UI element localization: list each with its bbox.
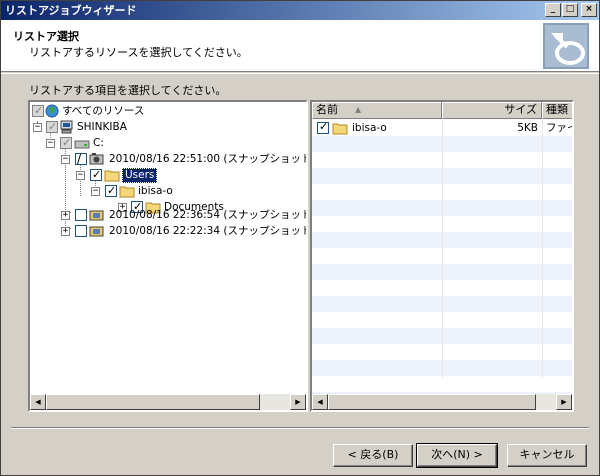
column-header-size[interactable]: サイズ [442,102,542,119]
folder-icon [119,186,135,198]
back-button[interactable]: < 戻る(B) [333,444,413,467]
tree-checkbox[interactable] [75,209,87,221]
column-label: サイズ [504,103,537,116]
tree-checkbox[interactable]: ✓ [32,104,44,117]
resource-tree[interactable]: ✓ すべてのリソース − ✓ SHINKIBA − ✓ C: − / 2010/… [28,100,308,412]
page-subtitle: リストアするリソースを選択してください。 [29,46,248,59]
globe-icon [45,104,59,118]
tree-item-label: 2010/08/16 22:22:34 (スナップショット 完全) [109,225,306,237]
tree-item-snapshot-223654-row[interactable]: + 2010/08/16 22:36:54 (スナップショット 完全) [30,207,306,223]
item-checkbox[interactable]: ✓ [317,120,329,134]
folder-icon [332,123,348,135]
tree-item-shinkiba[interactable]: − ✓ SHINKIBA [30,119,306,135]
header-divider [1,73,599,74]
file-list[interactable]: 名前 ▲ サイズ 種類 ✓ ibisa-o 5KB ファイ [310,100,574,412]
item-size: 5KB [517,122,538,134]
tree-horizontal-scrollbar[interactable]: ◀ ▶ [30,394,306,410]
page-title: リストア選択 [13,30,79,43]
collapse-icon[interactable]: − [61,155,70,164]
folder-icon [104,170,120,182]
column-label: 名前 [316,103,338,116]
expand-icon[interactable]: + [61,211,70,220]
tree-checkbox[interactable]: ✓ [105,184,117,197]
tree-checkbox[interactable]: ✓ [46,120,58,133]
item-name: ibisa-o [352,122,387,134]
tree-item-snapshot-225100[interactable]: − / 2010/08/16 22:51:00 (スナップショット 完全) [30,151,306,167]
instruction-text: リストアする項目を選択してください。 [29,84,227,97]
tree-item-label: Users [122,168,158,183]
wizard-window: リストアジョブウィザード _ □ × リストア選択 リストアするリソースを選択し… [0,0,600,476]
collapse-icon[interactable]: − [91,187,100,196]
tree-item-snapshot-222234[interactable]: + 2010/08/16 22:22:34 (スナップショット 完全) [30,223,306,239]
scroll-right-button[interactable]: ▶ [556,394,572,410]
tree-item-label: 2010/08/16 22:51:00 (スナップショット 完全) [109,153,306,165]
column-header-name[interactable]: 名前 ▲ [312,102,442,119]
item-type: ファイ [546,122,572,134]
collapse-icon[interactable]: − [33,123,42,132]
drive-icon [74,140,90,149]
expand-icon[interactable]: + [61,227,70,236]
wizard-header: リストア選択 リストアするリソースを選択してください。 [1,20,599,72]
scroll-thumb[interactable] [328,394,536,410]
snapshot-icon [89,226,104,237]
collapse-icon[interactable]: − [76,171,85,180]
list-horizontal-scrollbar[interactable]: ◀ ▶ [312,394,572,410]
tree-item-c-drive[interactable]: − ✓ C: [30,135,306,151]
list-item[interactable]: ✓ ibisa-o 5KB ファイ [312,120,572,136]
collapse-icon[interactable]: − [46,139,55,148]
cancel-button[interactable]: キャンセル [507,444,587,467]
window-title: リストアジョブウィザード [5,4,137,17]
scroll-left-button[interactable]: ◀ [30,394,46,410]
next-button[interactable]: 次へ(N) > [416,443,498,468]
column-header-type[interactable]: 種類 [542,102,572,119]
tree-item-label: 2010/08/16 22:36:54 (スナップショット 完全) [109,209,306,221]
tree-item-label: SHINKIBA [77,121,127,133]
computer-icon [60,120,73,134]
tree-checkbox[interactable]: ✓ [90,168,102,181]
tree-item-label: ibisa-o [138,185,173,197]
tree-item-ibisa-o[interactable]: − ✓ ibisa-o [30,183,306,199]
close-button[interactable]: × [581,3,597,17]
snapshot-icon [89,210,104,221]
tree-checkbox[interactable]: / [75,152,87,166]
column-label: 種類 [546,103,568,116]
tree-item-all-resources[interactable]: ✓ すべてのリソース [30,103,306,119]
list-row-background [312,376,572,392]
tree-checkbox[interactable]: ✓ [60,136,72,149]
column-divider [442,119,443,378]
restore-wizard-icon [543,23,589,69]
tree-checkbox[interactable] [75,225,87,237]
tree-item-users[interactable]: − ✓ Users [30,167,306,183]
maximize-button[interactable]: □ [562,3,578,17]
scroll-left-button[interactable]: ◀ [312,394,328,410]
column-divider [542,119,543,378]
minimize-button[interactable]: _ [545,3,561,17]
sort-ascending-icon: ▲ [355,105,362,114]
scroll-thumb[interactable] [46,394,260,410]
tree-item-label: C: [93,137,104,149]
tree-item-label: すべてのリソース [62,105,145,117]
footer-divider [11,427,589,429]
snapshot-icon [89,153,104,165]
title-bar[interactable]: リストアジョブウィザード _ □ × [1,1,599,20]
scroll-right-button[interactable]: ▶ [290,394,306,410]
